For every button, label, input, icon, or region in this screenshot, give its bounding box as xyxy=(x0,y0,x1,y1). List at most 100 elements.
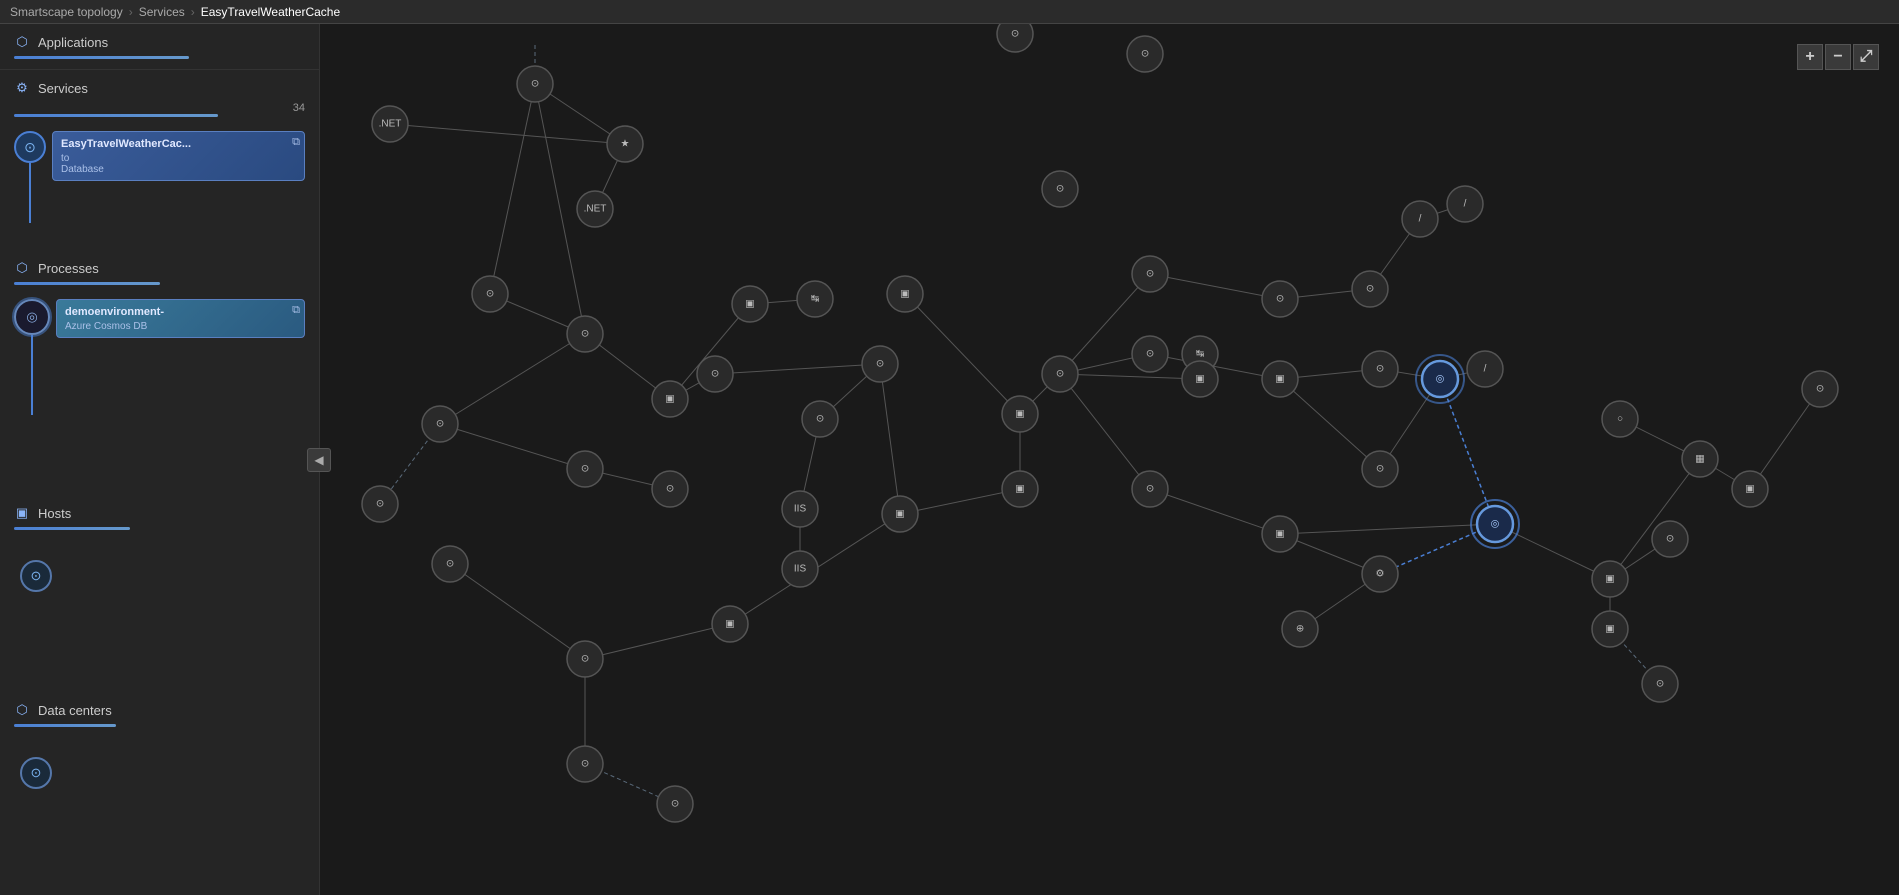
topology-node-n21[interactable]: ▣ xyxy=(712,606,748,642)
topology-node-n53[interactable]: ▦ xyxy=(1682,441,1718,477)
services-count: 34 xyxy=(293,102,305,114)
topology-node-n38[interactable]: ▣ xyxy=(1262,516,1298,552)
collapse-sidebar-button[interactable]: ◀ xyxy=(307,448,331,472)
edge xyxy=(715,364,880,374)
svg-text:▣: ▣ xyxy=(1015,484,1024,495)
topology-node-n39[interactable]: ⊙ xyxy=(1352,271,1388,307)
breadcrumb-smartscape[interactable]: Smartscape topology xyxy=(10,5,123,19)
topology-node-n28[interactable]: ▣ xyxy=(1002,396,1038,432)
topology-node-n1[interactable]: ⊙ xyxy=(517,66,553,102)
topology-node-selected-easytravelweathercache[interactable]: ◎ xyxy=(1416,355,1464,403)
topology-node-n15[interactable]: ▣ xyxy=(732,286,768,322)
topology-node-n8[interactable]: ⊙ xyxy=(567,316,603,352)
topology-node-n35[interactable]: ▣ xyxy=(1182,361,1218,397)
sidebar-services-section: ⚙ Services 34 ⊙ ⧉ EasyTravelWeatherCac..… xyxy=(0,70,319,250)
topology-node-n46[interactable]: / xyxy=(1447,186,1483,222)
datacenters-header: ⬡ Data centers xyxy=(14,702,305,718)
topology-node-n3[interactable]: .NET xyxy=(372,106,408,142)
topology-node-n26[interactable]: ▣ xyxy=(887,276,923,312)
topology-node-n45[interactable]: / xyxy=(1402,201,1438,237)
topology-node-selected2-demoenvironment[interactable]: ◎ xyxy=(1471,500,1519,548)
hosts-icon: ▣ xyxy=(14,505,30,521)
topology-node-n6[interactable]: ⊙ xyxy=(1127,36,1163,72)
zoom-fit-button[interactable]: ⤢ xyxy=(1853,44,1879,70)
topology-node-n34[interactable]: ⊙ xyxy=(1132,471,1168,507)
topology-node-n43[interactable]: ⚙ xyxy=(1362,556,1398,592)
services-bar xyxy=(14,114,218,117)
breadcrumb-services[interactable]: Services xyxy=(139,5,185,19)
process-card-demoenvironment[interactable]: ⧉ demoenvironment- Azure Cosmos DB xyxy=(56,299,305,338)
topology-node-n10[interactable]: ⊙ xyxy=(422,406,458,442)
edge xyxy=(585,624,730,659)
svg-text:⊙: ⊙ xyxy=(1656,679,1664,690)
svg-text:⊙: ⊙ xyxy=(1146,269,1154,280)
services-label: Services xyxy=(38,81,88,96)
svg-text:⊙: ⊙ xyxy=(446,559,454,570)
topology-node-n25[interactable]: ⊙ xyxy=(432,546,468,582)
process-item-demoenvironment[interactable]: ◎ ⧉ demoenvironment- Azure Cosmos DB xyxy=(14,299,305,415)
topology-svg: ⊙ ★ .NET .NET ⊙ ⊙ ⊙ xyxy=(320,24,1899,895)
process-node-icon[interactable]: ◎ xyxy=(14,299,50,335)
hosts-bar xyxy=(14,527,130,530)
topology-node-n16[interactable]: IIS xyxy=(782,491,818,527)
topology-node-n24[interactable]: ⊙ xyxy=(657,786,693,822)
topology-node-n30[interactable]: IIS xyxy=(782,551,818,587)
process-ext-link[interactable]: ⧉ xyxy=(292,304,300,317)
topology-node-n29[interactable]: ▣ xyxy=(1002,471,1038,507)
topology-node-n47[interactable]: / xyxy=(1467,351,1503,387)
processes-header: ⬡ Processes xyxy=(14,260,305,276)
processes-bar xyxy=(14,282,160,285)
service-ext-link[interactable]: ⧉ xyxy=(292,136,300,149)
topology-node-n7[interactable]: ⊙ xyxy=(472,276,508,312)
topology-node-n14[interactable]: ⊙ xyxy=(697,356,733,392)
topology-node-n57[interactable]: ⊙ xyxy=(1042,171,1078,207)
topology-node-n20[interactable]: ▣ xyxy=(882,496,918,532)
svg-text:▣: ▣ xyxy=(1605,624,1614,635)
topology-node-n44[interactable]: ⊕ xyxy=(1282,611,1318,647)
service-card-easytravelweathercache[interactable]: ⧉ EasyTravelWeatherCac... toDatabase xyxy=(52,131,305,181)
service-item-easytravelweathercache[interactable]: ⊙ ⧉ EasyTravelWeatherCac... toDatabase xyxy=(14,131,305,223)
topology-node-n22[interactable]: ⊙ xyxy=(567,641,603,677)
topology-node-n54[interactable]: ▣ xyxy=(1732,471,1768,507)
breadcrumb: Smartscape topology › Services › EasyTra… xyxy=(0,0,1899,24)
edge xyxy=(1060,374,1150,489)
svg-text:▣: ▣ xyxy=(665,394,674,405)
svg-text:⊙: ⊙ xyxy=(711,369,719,380)
topology-node-n52[interactable]: ▣ xyxy=(1592,611,1628,647)
svg-text:IIS: IIS xyxy=(794,564,807,575)
svg-text:▣: ▣ xyxy=(1275,529,1284,540)
topology-node-n33[interactable]: ⊙ xyxy=(1132,336,1168,372)
topology-node-n23[interactable]: ⊙ xyxy=(567,746,603,782)
topology-node-n50[interactable]: ▣ xyxy=(1592,561,1628,597)
topology-node-n9[interactable]: ▣ xyxy=(652,381,688,417)
topology-node-n51[interactable]: ⊙ xyxy=(1652,521,1688,557)
host-node[interactable]: ⊙ xyxy=(20,560,52,592)
topology-node-n27[interactable]: ⊙ xyxy=(1042,356,1078,392)
topology-canvas[interactable]: + − ⤢ xyxy=(320,24,1899,895)
zoom-in-button[interactable]: + xyxy=(1797,44,1823,70)
svg-text:⊙: ⊙ xyxy=(1376,464,1384,475)
topology-node-n49[interactable]: ○ xyxy=(1602,401,1638,437)
topology-node-n56[interactable]: ⊙ xyxy=(1802,371,1838,407)
topology-node-n18[interactable]: ⊙ xyxy=(862,346,898,382)
topology-node-n17[interactable]: ↹ xyxy=(797,281,833,317)
zoom-out-button[interactable]: − xyxy=(1825,44,1851,70)
svg-text:⊙: ⊙ xyxy=(1366,284,1374,295)
topology-node-n19[interactable]: ⊙ xyxy=(802,401,838,437)
svg-text:▣: ▣ xyxy=(1745,484,1754,495)
topology-node-n41[interactable]: ⊙ xyxy=(1362,451,1398,487)
topology-node-n37[interactable]: ▣ xyxy=(1262,361,1298,397)
topology-node-n40[interactable]: ⊙ xyxy=(1362,351,1398,387)
topology-node-n13[interactable]: ⊙ xyxy=(652,471,688,507)
topology-node-n12[interactable]: ⊙ xyxy=(567,451,603,487)
topology-node-n4[interactable]: .NET xyxy=(577,191,613,227)
topology-node-n31[interactable]: ⊙ xyxy=(1132,256,1168,292)
topology-node-n55[interactable]: ⊙ xyxy=(1642,666,1678,702)
breadcrumb-sep-1: › xyxy=(129,5,133,19)
topology-node-n36[interactable]: ⊙ xyxy=(1262,281,1298,317)
datacenter-node[interactable]: ⊙ xyxy=(20,757,52,789)
topology-node-n11[interactable]: ⊙ xyxy=(362,486,398,522)
topology-node-n5[interactable]: ⊙ xyxy=(997,24,1033,52)
svg-text:.NET: .NET xyxy=(379,119,402,130)
topology-node-n2[interactable]: ★ xyxy=(607,126,643,162)
